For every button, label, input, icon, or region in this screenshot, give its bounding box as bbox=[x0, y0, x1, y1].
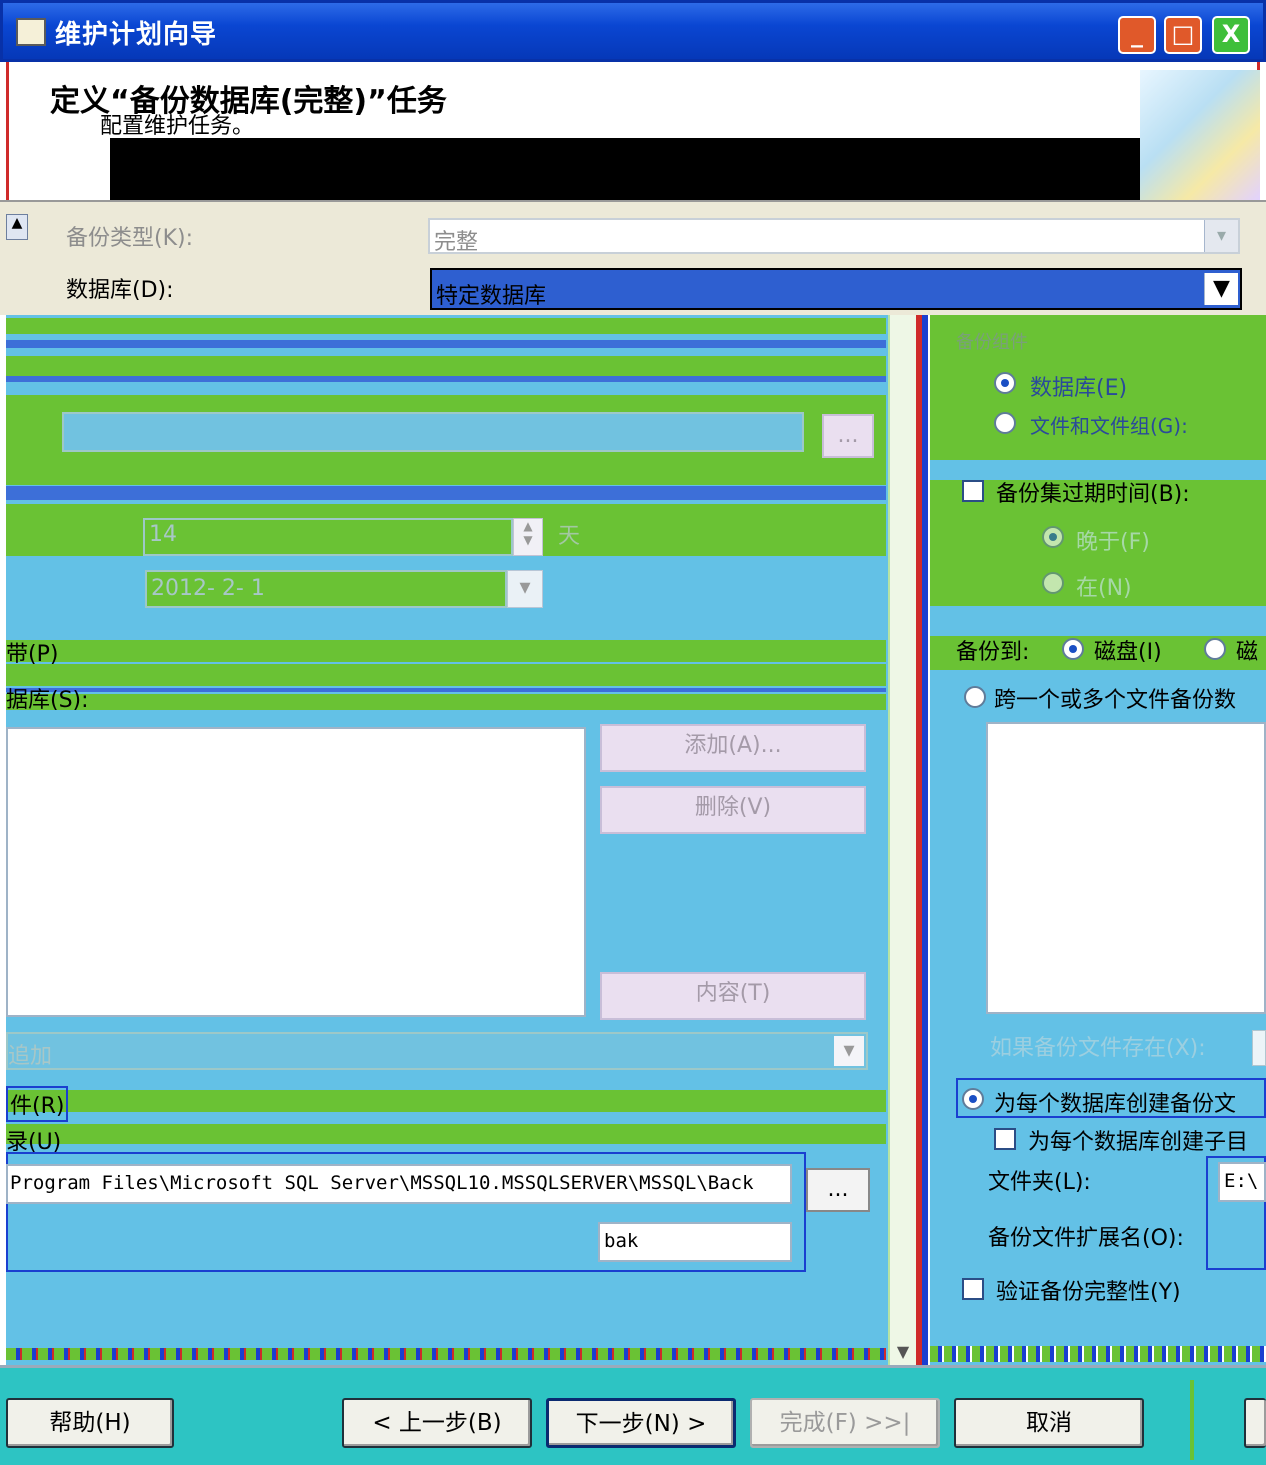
verify-label: 验证备份完整性(Y) bbox=[996, 1280, 1181, 1305]
radio-disk-label: 磁盘(I) bbox=[1094, 640, 1162, 665]
browse-button[interactable]: ... bbox=[822, 414, 874, 458]
page-subtitle: 配置维护任务。 bbox=[100, 114, 255, 139]
chevron-down-icon[interactable]: ▼ bbox=[1204, 273, 1238, 305]
backup-folder-input[interactable]: Program Files\Microsoft SQL Server\MSSQL… bbox=[6, 1164, 792, 1204]
span-files-label: 跨一个或多个文件备份数 bbox=[994, 688, 1237, 713]
append-combo: 追加 ▾ bbox=[6, 1032, 868, 1070]
header-black-band bbox=[110, 138, 1172, 200]
radio-files-label: 文件和文件组(G): bbox=[1030, 414, 1188, 438]
expire-checkbox[interactable] bbox=[962, 480, 984, 502]
radio-after[interactable] bbox=[1042, 526, 1064, 548]
if-exists-combo bbox=[1252, 1030, 1266, 1066]
file-option-label[interactable]: 件(R) bbox=[6, 1086, 69, 1122]
database-value: 特定数据库 bbox=[436, 284, 547, 309]
divider bbox=[922, 315, 928, 1365]
database-label: 数据库(D): bbox=[66, 278, 174, 303]
close-button[interactable]: X bbox=[1212, 16, 1250, 54]
verify-checkbox[interactable] bbox=[962, 1278, 984, 1300]
expire-checkbox-label: 备份集过期时间(B): bbox=[996, 482, 1190, 507]
stripe bbox=[6, 356, 886, 376]
backup-files-list[interactable] bbox=[986, 722, 1266, 1014]
radio-on[interactable] bbox=[1042, 572, 1064, 594]
backup-to-label: 备份到: bbox=[956, 640, 1030, 665]
add-button[interactable]: 添加(A)... bbox=[600, 724, 866, 772]
spinner-icon[interactable]: ▲ ▼ bbox=[513, 518, 543, 556]
chevron-down-icon: ▾ bbox=[1204, 220, 1238, 252]
subdir-checkbox[interactable] bbox=[994, 1128, 1016, 1150]
radio-database-label: 数据库(E) bbox=[1030, 376, 1128, 401]
folder-label: 文件夹(L): bbox=[988, 1170, 1091, 1195]
radio-create-per-db[interactable] bbox=[962, 1088, 984, 1110]
radio-span-files[interactable] bbox=[964, 686, 986, 708]
back-button[interactable]: < 上一步(B) bbox=[342, 1398, 532, 1448]
radio-after-label: 晚于(F) bbox=[1076, 530, 1150, 555]
folder-browse-button[interactable]: ... bbox=[806, 1168, 870, 1212]
database-combo[interactable]: 特定数据库 ▼ bbox=[430, 268, 1242, 310]
calendar-dropdown-icon[interactable]: ▾ bbox=[507, 570, 543, 608]
file-path-field bbox=[62, 412, 804, 452]
stripe bbox=[6, 640, 886, 662]
folder-input[interactable]: E:\ bbox=[1218, 1162, 1266, 1202]
radio-database[interactable] bbox=[994, 372, 1016, 394]
if-exists-label: 如果备份文件存在(X): bbox=[990, 1036, 1206, 1061]
extension-label: 备份文件扩展名(O): bbox=[988, 1226, 1184, 1251]
database-list[interactable] bbox=[6, 727, 586, 1017]
app-icon bbox=[16, 18, 46, 46]
help-button[interactable]: 帮助(H) bbox=[6, 1398, 174, 1448]
radio-on-label: 在(N) bbox=[1076, 576, 1132, 601]
divider bbox=[1190, 1380, 1194, 1460]
radio-files[interactable] bbox=[994, 412, 1016, 434]
expire-days-field: 14 bbox=[143, 518, 513, 556]
stripe bbox=[6, 1348, 886, 1360]
expire-date-field: 2012- 2- 1 bbox=[145, 570, 507, 608]
extension-input[interactable]: bak bbox=[598, 1222, 792, 1262]
remove-button[interactable]: 删除(V) bbox=[600, 786, 866, 834]
expire-date-value: 2012- 2- 1 bbox=[151, 576, 265, 601]
stripe bbox=[6, 688, 886, 692]
subdir-label: 为每个数据库创建子目 bbox=[1028, 1130, 1249, 1155]
wizard-graphic bbox=[1140, 70, 1260, 200]
append-value: 追加 bbox=[8, 1044, 53, 1069]
stripe bbox=[930, 606, 1266, 636]
database-list-label: 据库(S): bbox=[6, 688, 89, 713]
partial-button[interactable] bbox=[1244, 1398, 1266, 1448]
stripe bbox=[930, 1346, 1266, 1362]
stripe bbox=[6, 318, 886, 334]
chevron-down-icon: ▾ bbox=[834, 1036, 864, 1066]
create-per-db-label: 为每个数据库创建备份文 bbox=[994, 1092, 1237, 1117]
radio-tape[interactable] bbox=[1204, 638, 1226, 660]
cancel-button[interactable]: 取消 bbox=[954, 1398, 1144, 1448]
radio-disk[interactable] bbox=[1062, 638, 1084, 660]
stripe bbox=[6, 664, 886, 686]
stripe bbox=[6, 1124, 886, 1144]
backup-type-value: 完整 bbox=[434, 230, 479, 255]
expire-days-value: 14 bbox=[149, 522, 177, 547]
maximize-button[interactable]: □ bbox=[1164, 16, 1202, 54]
minimize-button[interactable]: _ bbox=[1118, 16, 1156, 54]
backup-type-label: 备份类型(K): bbox=[66, 226, 194, 251]
radio-tape-label: 磁 bbox=[1236, 640, 1259, 665]
stripe bbox=[6, 694, 886, 710]
contents-button[interactable]: 内容(T) bbox=[600, 972, 866, 1020]
scroll-up-icon[interactable]: ▲ bbox=[6, 214, 28, 240]
days-unit: 天 bbox=[558, 524, 581, 549]
backup-type-combo: 完整 ▾ bbox=[428, 218, 1240, 255]
scroll-down-icon[interactable]: ▼ bbox=[890, 1342, 916, 1364]
vertical-scrollbar[interactable] bbox=[888, 315, 916, 1365]
stripe bbox=[6, 486, 886, 500]
backup-component-group-title: 备份组件 bbox=[956, 332, 1028, 353]
stripe bbox=[6, 340, 886, 348]
stripe bbox=[6, 376, 886, 382]
window-title: 维护计划向导 bbox=[55, 20, 218, 50]
stripe bbox=[6, 1090, 886, 1112]
finish-button[interactable]: 完成(F) >>| bbox=[750, 1398, 940, 1448]
next-button[interactable]: 下一步(N) > bbox=[546, 1398, 736, 1448]
